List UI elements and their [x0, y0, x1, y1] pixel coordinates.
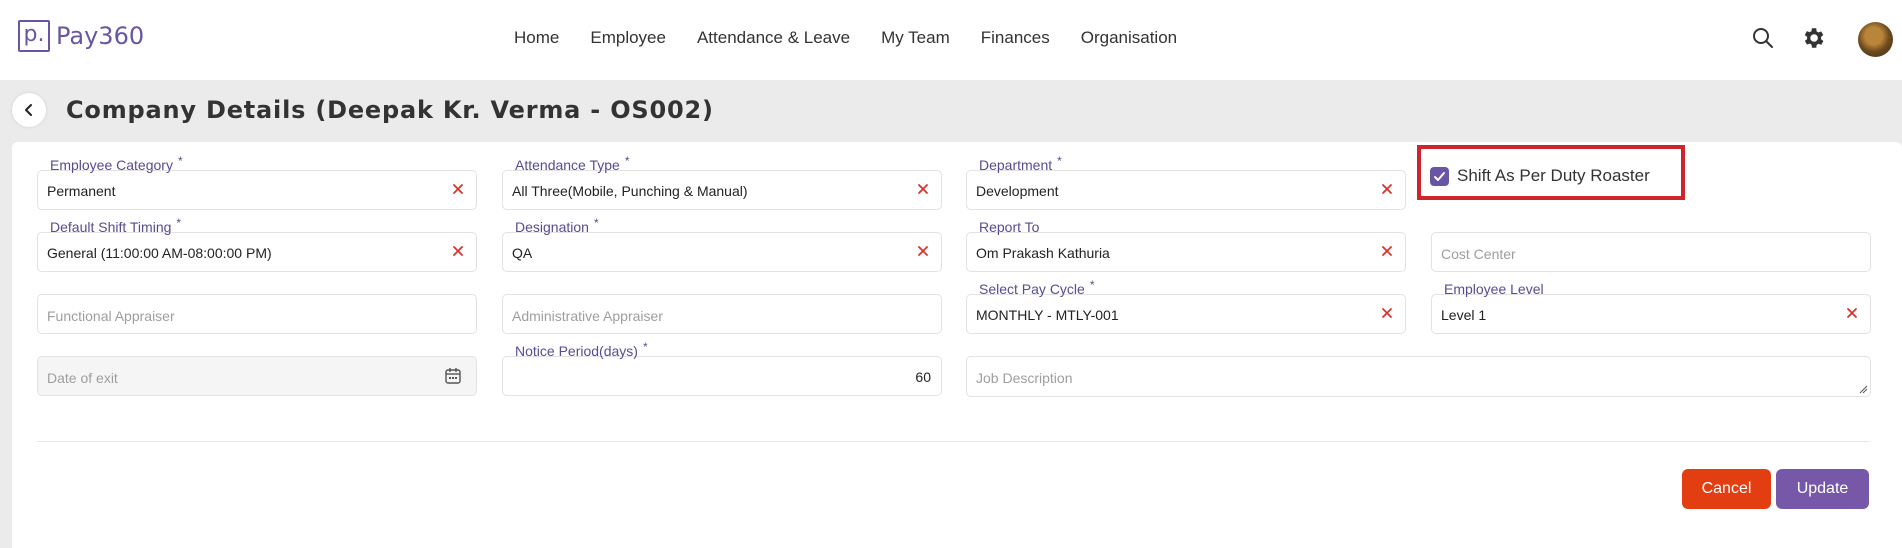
nav-my-team[interactable]: My Team — [881, 28, 950, 48]
cancel-button[interactable]: Cancel — [1682, 469, 1771, 509]
checkbox-checked-icon[interactable] — [1430, 166, 1449, 186]
employee-level-value: Level 1 — [1441, 307, 1487, 323]
pay-cycle-value: MONTHLY - MTLY-001 — [976, 307, 1119, 323]
notice-period-value: 60 — [915, 369, 931, 385]
designation-label: Designation * — [515, 216, 599, 235]
logo-mark: p. — [18, 20, 50, 52]
cost-center-select[interactable]: Cost Center — [1431, 232, 1871, 272]
employee-category-label: Employee Category * — [50, 154, 183, 173]
top-navbar: p. Pay360 Home Employee Attendance & Lea… — [0, 0, 1902, 80]
date-of-exit-input[interactable]: Date of exit — [37, 356, 477, 396]
attendance-type-select[interactable]: All Three(Mobile, Punching & Manual) — [502, 170, 942, 210]
divider — [37, 441, 1870, 442]
resize-handle-icon[interactable] — [1858, 384, 1868, 394]
employee-category-value: Permanent — [47, 183, 116, 199]
notice-period-input[interactable]: 60 — [502, 356, 942, 396]
update-button[interactable]: Update — [1776, 469, 1869, 509]
designation-value: QA — [512, 245, 533, 261]
clear-icon[interactable] — [450, 181, 466, 197]
employee-category-select[interactable]: Permanent — [37, 170, 477, 210]
main-nav: Home Employee Attendance & Leave My Team… — [514, 28, 1208, 48]
default-shift-value: General (11:00:00 AM-08:00:00 PM) — [47, 245, 272, 261]
attendance-type-label: Attendance Type * — [515, 154, 630, 173]
attendance-type-value: All Three(Mobile, Punching & Manual) — [512, 183, 748, 199]
clear-icon[interactable] — [1844, 305, 1860, 321]
clear-icon[interactable] — [915, 243, 931, 259]
clear-icon[interactable] — [1379, 243, 1395, 259]
job-description-textarea[interactable]: Job Description — [966, 356, 1871, 397]
employee-level-select[interactable]: Level 1 — [1431, 294, 1871, 334]
default-shift-label: Default Shift Timing * — [50, 216, 182, 235]
report-to-label: Report To — [979, 219, 1040, 235]
back-button[interactable] — [12, 93, 46, 127]
shift-roaster-label: Shift As Per Duty Roaster — [1457, 166, 1650, 185]
department-value: Development — [976, 183, 1059, 199]
administrative-appraiser-placeholder: Administrative Appraiser — [512, 308, 663, 324]
nav-finances[interactable]: Finances — [981, 28, 1050, 48]
report-to-value: Om Prakash Kathuria — [976, 245, 1110, 261]
default-shift-select[interactable]: General (11:00:00 AM-08:00:00 PM) — [37, 232, 477, 272]
nav-home[interactable]: Home — [514, 28, 559, 48]
employee-level-label: Employee Level — [1444, 281, 1544, 297]
clear-icon[interactable] — [915, 181, 931, 197]
cost-center-placeholder: Cost Center — [1441, 246, 1516, 262]
department-label: Department * — [979, 154, 1062, 173]
chevron-left-icon — [25, 104, 32, 116]
pay-cycle-select[interactable]: MONTHLY - MTLY-001 — [966, 294, 1406, 334]
designation-select[interactable]: QA — [502, 232, 942, 272]
date-of-exit-placeholder: Date of exit — [47, 370, 118, 386]
search-icon[interactable] — [1752, 27, 1774, 54]
clear-icon[interactable] — [1379, 181, 1395, 197]
notice-period-label: Notice Period(days) * — [515, 340, 648, 359]
nav-organisation[interactable]: Organisation — [1081, 28, 1177, 48]
functional-appraiser-placeholder: Functional Appraiser — [47, 308, 175, 324]
report-to-select[interactable]: Om Prakash Kathuria — [966, 232, 1406, 272]
gear-icon[interactable] — [1800, 25, 1826, 56]
logo-text: Pay360 — [56, 22, 145, 50]
app-logo[interactable]: p. Pay360 — [18, 20, 144, 52]
administrative-appraiser-select[interactable]: Administrative Appraiser — [502, 294, 942, 334]
job-description-placeholder: Job Description — [976, 370, 1073, 386]
shift-roaster-checkbox[interactable]: Shift As Per Duty Roaster — [1430, 166, 1650, 186]
clear-icon[interactable] — [1379, 305, 1395, 321]
nav-attendance-leave[interactable]: Attendance & Leave — [697, 28, 850, 48]
pay-cycle-label: Select Pay Cycle * — [979, 278, 1095, 297]
clear-icon[interactable] — [450, 243, 466, 259]
department-select[interactable]: Development — [966, 170, 1406, 210]
page-title: Company Details (Deepak Kr. Verma - OS00… — [66, 96, 714, 124]
nav-employee[interactable]: Employee — [590, 28, 666, 48]
functional-appraiser-select[interactable]: Functional Appraiser — [37, 294, 477, 334]
avatar[interactable] — [1858, 22, 1893, 57]
calendar-icon[interactable] — [444, 367, 462, 385]
